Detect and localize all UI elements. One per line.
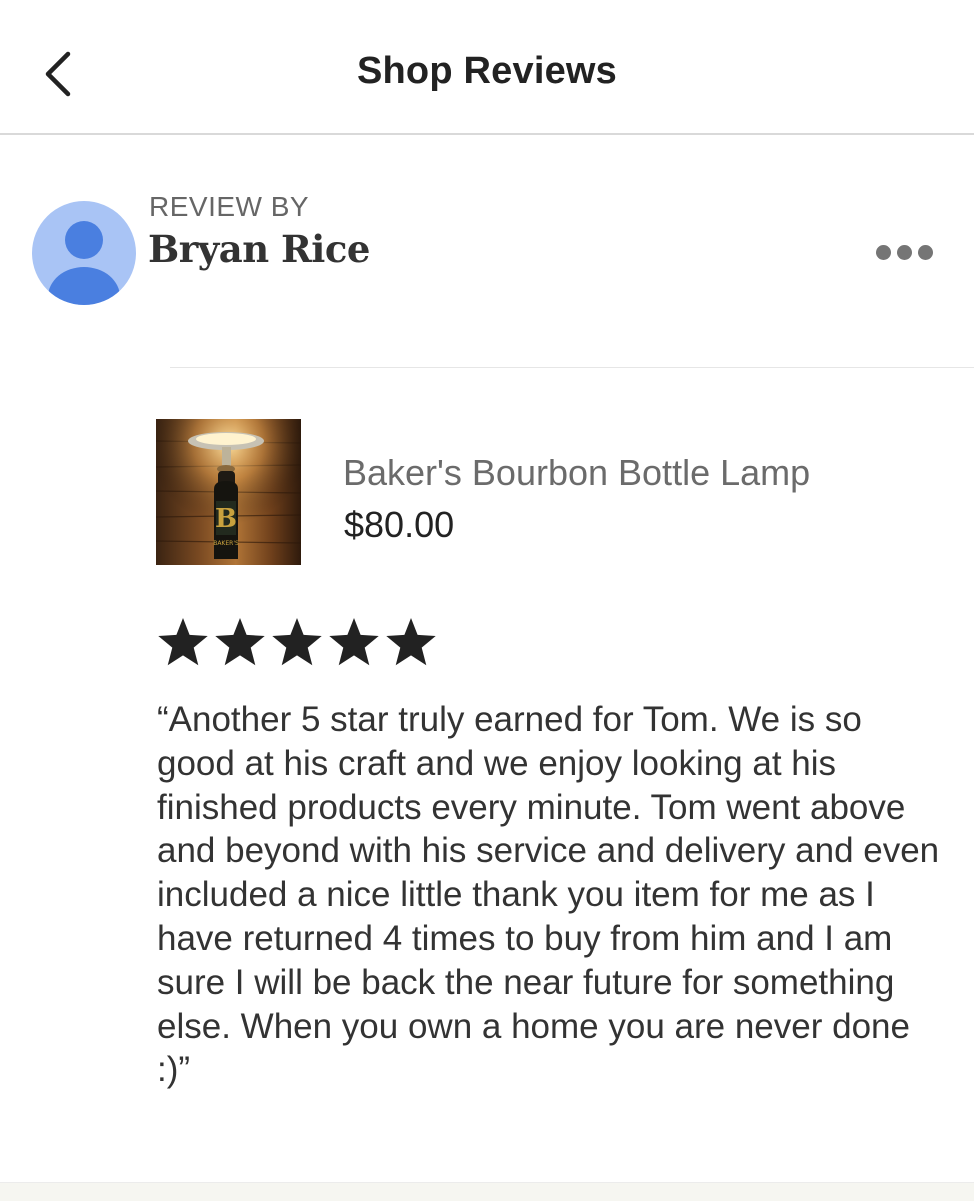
thumbnail-brand-label: BAKER'S <box>213 540 239 547</box>
listing-thumbnail[interactable]: B BAKER'S <box>156 419 301 565</box>
star-icon <box>386 618 436 666</box>
star-icon <box>158 618 208 666</box>
reviewer-name[interactable]: Bryan Rice <box>148 227 370 271</box>
star-icon <box>329 618 379 666</box>
more-dot <box>917 244 933 260</box>
review-by-label: REVIEW BY <box>149 191 310 222</box>
star-rating <box>155 616 439 668</box>
review-text: “Another 5 star truly earned for Tom. We… <box>157 700 940 1090</box>
section-divider <box>170 367 974 368</box>
more-dot <box>875 244 891 260</box>
page-title: Shop Reviews <box>356 50 618 92</box>
thumbnail-letter: B <box>215 504 237 534</box>
reviewer-avatar[interactable] <box>32 201 136 305</box>
bottom-edge <box>0 1182 974 1201</box>
star-icon <box>215 618 265 666</box>
star-icon <box>272 618 322 666</box>
top-app-bar: Shop Reviews <box>0 0 974 135</box>
avatar-head-shape <box>65 221 103 259</box>
listing-title[interactable]: Baker's Bourbon Bottle Lamp <box>343 452 810 494</box>
more-dot <box>896 244 912 260</box>
more-options-button[interactable] <box>866 232 942 272</box>
avatar-body-shape <box>48 267 120 305</box>
listing-price: $80.00 <box>344 504 455 545</box>
